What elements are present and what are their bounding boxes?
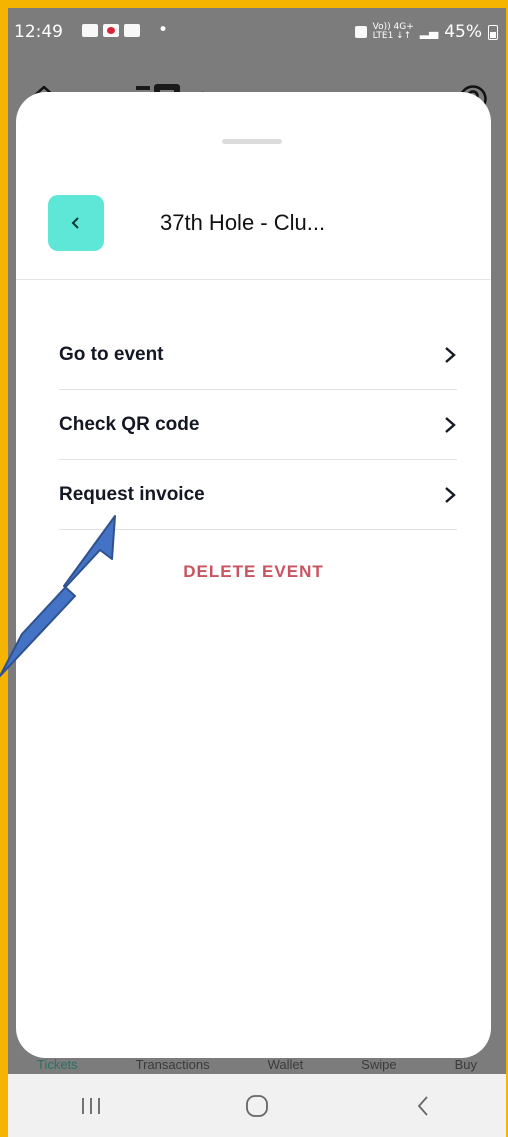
status-time: 12:49 [14,22,63,42]
battery-icon [488,24,498,40]
back-nav-button[interactable] [393,1086,453,1126]
arrow-annotation [0,515,116,677]
missed-call-icon [103,24,119,37]
gallery-icon [82,24,98,37]
sheet-drag-handle[interactable] [222,139,282,144]
back-button[interactable] [48,195,104,251]
status-bar: 12:49 • Vo)) 4G+ LTE1 ↓↑ ▂▄ 45% [8,8,506,58]
menu-item-label: Go to event [59,343,164,365]
system-navigation-bar [8,1074,506,1137]
tab-tickets: Tickets [36,1056,78,1072]
network-indicator: Vo)) 4G+ LTE1 ↓↑ [372,22,414,41]
chevron-right-icon [445,416,456,433]
alarm-icon [354,26,367,38]
back-chevron-icon [417,1095,428,1116]
event-menu: Go to event Check QR code Request invoic… [59,320,457,530]
tab-swipe: Swipe [361,1056,397,1072]
header-divider [16,279,491,280]
chevron-left-icon [71,217,79,229]
home-nav-button[interactable] [227,1086,287,1126]
recent-apps-icon [82,1097,100,1114]
tab-buy: Buy [454,1056,477,1072]
tab-wallet: Wallet [267,1056,304,1072]
battery-percent: 45% [444,22,482,42]
home-circle-icon [246,1094,268,1117]
status-right: Vo)) 4G+ LTE1 ↓↑ ▂▄ 45% [354,22,498,42]
chevron-right-icon [445,346,456,363]
menu-item-label: Check QR code [59,413,200,435]
notification-icons [82,24,140,37]
more-notifications-dot: • [158,20,169,40]
tab-transactions: Transactions [135,1056,210,1072]
check-qr-code-item[interactable]: Check QR code [59,390,457,460]
go-to-event-item[interactable]: Go to event [59,320,457,390]
signal-icon: ▂▄ [419,25,439,39]
message-icon [124,24,140,37]
recent-apps-button[interactable] [61,1086,121,1126]
chevron-right-icon [445,486,456,503]
event-title: 37th Hole - Clu... [160,210,326,235]
